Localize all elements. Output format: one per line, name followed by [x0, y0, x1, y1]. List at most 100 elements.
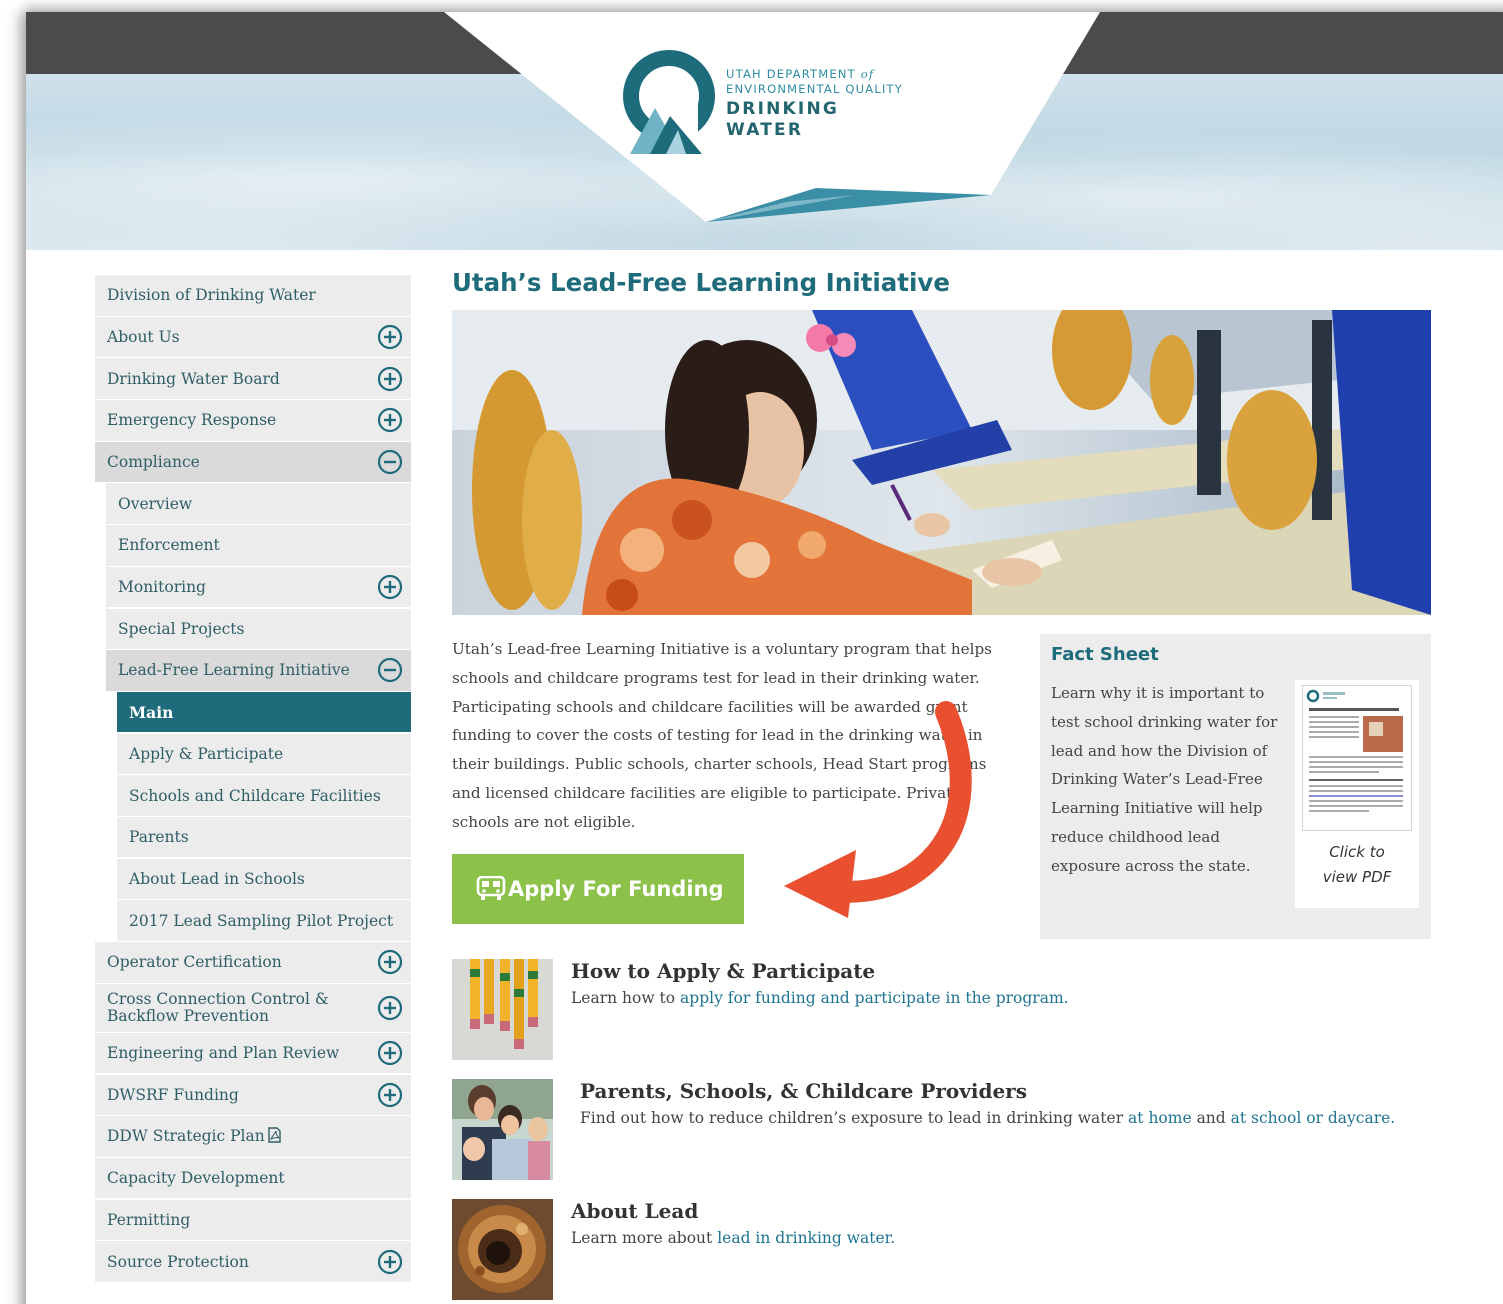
- family-photo[interactable]: [452, 1079, 553, 1180]
- sidebar-item-label: Enforcement: [106, 536, 220, 554]
- sidebar-item-enforcement[interactable]: Enforcement: [106, 525, 411, 566]
- sidebar-item-division-of-drinking-water[interactable]: Division of Drinking Water: [95, 275, 411, 316]
- org-line1: UTAH DEPARTMENT: [726, 67, 856, 81]
- callout-arrow-icon: [784, 701, 972, 918]
- desc-text: and: [1191, 1109, 1231, 1127]
- expand-plus-icon[interactable]: [377, 1249, 403, 1275]
- sidebar-item-special-projects[interactable]: Special Projects: [106, 608, 411, 649]
- page-title: Utah’s Lead-Free Learning Initiative: [452, 268, 950, 297]
- sidebar-item-label: DDW Strategic Plan: [95, 1127, 281, 1147]
- sidebar-item-label: Overview: [106, 495, 192, 513]
- sidebar-item-label: About Us: [95, 328, 180, 346]
- sidebar-item-text: Monitoring: [118, 578, 206, 597]
- title-line2: WATER: [726, 120, 804, 140]
- org-line2: ENVIRONMENTAL QUALITY: [726, 82, 904, 96]
- sidebar-item-label: Division of Drinking Water: [95, 286, 316, 304]
- feature-title[interactable]: Parents, Schools, & Childcare Providers: [580, 1079, 1027, 1103]
- sidebar-item-permitting[interactable]: Permitting: [95, 1199, 411, 1241]
- fact-sheet-panel: Fact Sheet Learn why it is important to …: [1040, 634, 1431, 939]
- sidebar-item-schools-and-childcare-facilities[interactable]: Schools and Childcare Facilities: [117, 775, 411, 816]
- feature-desc: Find out how to reduce children’s exposu…: [580, 1109, 1395, 1127]
- desc-text: Learn more about: [571, 1229, 718, 1247]
- sidebar-item-about-us[interactable]: About Us: [95, 316, 411, 358]
- sidebar-item-text: Operator Certification: [107, 953, 282, 972]
- expand-plus-icon[interactable]: [377, 324, 403, 350]
- sidebar-nav: Division of Drinking Water About Us Drinki…: [95, 275, 411, 1283]
- expand-plus-icon[interactable]: [377, 1040, 403, 1066]
- sidebar-item-text: Division of Drinking Water: [107, 286, 316, 305]
- expand-plus-icon[interactable]: [377, 995, 403, 1021]
- sidebar-item-lead-free-learning-initiative[interactable]: Lead-Free Learning Initiative: [106, 650, 411, 691]
- sidebar-item-capacity-development[interactable]: Capacity Development: [95, 1157, 411, 1199]
- sidebar-item-emergency-response[interactable]: Emergency Response: [95, 400, 411, 441]
- feature-title[interactable]: About Lead: [571, 1199, 698, 1223]
- sidebar-item-drinking-water-board[interactable]: Drinking Water Board: [95, 358, 411, 399]
- fact-sheet-text: Learn why it is important to test school…: [1051, 684, 1278, 875]
- sidebar-item-engineering-and-plan-review[interactable]: Engineering and Plan Review: [95, 1032, 411, 1074]
- udeq-logo-icon[interactable]: [622, 50, 718, 156]
- expand-plus-icon[interactable]: [377, 366, 403, 392]
- sidebar-item-label: Monitoring: [106, 578, 206, 596]
- sidebar-item-text: Apply & Participate: [129, 744, 284, 763]
- expand-plus-icon[interactable]: [377, 1082, 403, 1108]
- at-school-link[interactable]: at school or daycare.: [1231, 1109, 1396, 1127]
- fact-sheet-title: Fact Sheet: [1051, 644, 1159, 665]
- title-line1: DRINKING: [726, 99, 840, 119]
- sidebar-item-text: Main: [129, 702, 174, 722]
- sidebar-item-monitoring[interactable]: Monitoring: [106, 566, 411, 608]
- sidebar-item-cross-connection-control[interactable]: Cross Connection Control & Backflow Preve…: [95, 983, 411, 1032]
- sidebar-item-label: Cross Connection Control & Backflow Preve…: [95, 990, 329, 1025]
- sidebar-item-label: Main: [117, 703, 173, 722]
- org-of: of: [860, 67, 875, 81]
- pencils-photo[interactable]: [452, 959, 553, 1060]
- sidebar-item-parents[interactable]: Parents: [117, 816, 411, 858]
- sidebar-item-text: DDW Strategic Plan: [107, 1126, 265, 1145]
- sidebar-item-main[interactable]: Main: [117, 691, 411, 733]
- desc-text: Learn how to: [571, 989, 681, 1007]
- sidebar-item-source-protection[interactable]: Source Protection: [95, 1241, 411, 1282]
- expand-plus-icon[interactable]: [377, 949, 403, 975]
- sidebar-item-label: Permitting: [95, 1211, 190, 1229]
- sidebar-item-2017-lead-sampling-pilot-project[interactable]: 2017 Lead Sampling Pilot Project: [117, 900, 411, 941]
- sidebar-item-label: Compliance: [95, 453, 200, 471]
- sidebar-item-label: Capacity Development: [95, 1169, 285, 1187]
- sidebar-item-text: DWSRF Funding: [107, 1085, 239, 1104]
- sidebar-item-label: Apply & Participate: [117, 745, 283, 763]
- pdf-caption-line2: view PDF: [1322, 868, 1392, 886]
- sidebar-item-text: Schools and Childcare Facilities: [129, 786, 381, 805]
- sidebar-item-text: Parents: [129, 828, 189, 847]
- sidebar-item-dwsrf-funding[interactable]: DWSRF Funding: [95, 1074, 411, 1116]
- lead-in-water-link[interactable]: lead in drinking water.: [717, 1229, 895, 1247]
- sidebar-item-about-lead-in-schools[interactable]: About Lead in Schools: [117, 858, 411, 900]
- logo-wordmark[interactable]: UTAH DEPARTMENT of ENVIRONMENTAL QUALITY…: [726, 67, 903, 141]
- sidebar-item-label: About Lead in Schools: [117, 870, 305, 888]
- feature-title[interactable]: How to Apply & Participate: [571, 959, 875, 983]
- sidebar-item-text: About Lead in Schools: [129, 869, 305, 888]
- sidebar-item-compliance[interactable]: Compliance: [95, 441, 411, 483]
- apply-participate-link[interactable]: apply for funding and participate in the…: [680, 989, 1069, 1007]
- sidebar-item-apply-participate[interactable]: Apply & Participate: [117, 733, 411, 775]
- fact-sheet-pdf-link[interactable]: Click to view PDF: [1295, 680, 1419, 908]
- sidebar-item-text: Permitting: [107, 1210, 191, 1229]
- apply-for-funding-button[interactable]: Apply For Funding: [452, 854, 744, 924]
- expand-plus-icon[interactable]: [377, 407, 403, 433]
- site-header: UTAH DEPARTMENT of ENVIRONMENTAL QUALITY…: [26, 12, 1503, 250]
- sidebar-item-overview[interactable]: Overview: [106, 483, 411, 524]
- feature-apply-participate: How to Apply & Participate Learn how to …: [452, 959, 1452, 1061]
- feature-about-lead: About Lead Learn more about lead in drin…: [452, 1199, 1452, 1301]
- expand-plus-icon[interactable]: [377, 574, 403, 600]
- sidebar-item-label: 2017 Lead Sampling Pilot Project: [117, 912, 393, 930]
- collapse-minus-icon[interactable]: [377, 449, 403, 475]
- sidebar-item-operator-certification[interactable]: Operator Certification: [95, 942, 411, 983]
- collapse-minus-icon[interactable]: [377, 657, 403, 683]
- sidebar-item-text: Source Protection: [107, 1252, 249, 1271]
- sidebar-item-text: Engineering and Plan Review: [107, 1044, 340, 1063]
- bus-icon: [476, 876, 506, 900]
- sidebar-item-ddw-strategic-plan[interactable]: DDW Strategic Plan: [95, 1116, 411, 1157]
- fact-sheet-thumbnail: [1302, 685, 1412, 831]
- at-home-link[interactable]: at home: [1128, 1109, 1192, 1127]
- sidebar-item-label: DWSRF Funding: [95, 1086, 239, 1104]
- sidebar-item-label: Lead-Free Learning Initiative: [106, 661, 350, 679]
- corroded-pipe-photo[interactable]: [452, 1199, 553, 1300]
- sidebar-item-text: Overview: [118, 494, 193, 513]
